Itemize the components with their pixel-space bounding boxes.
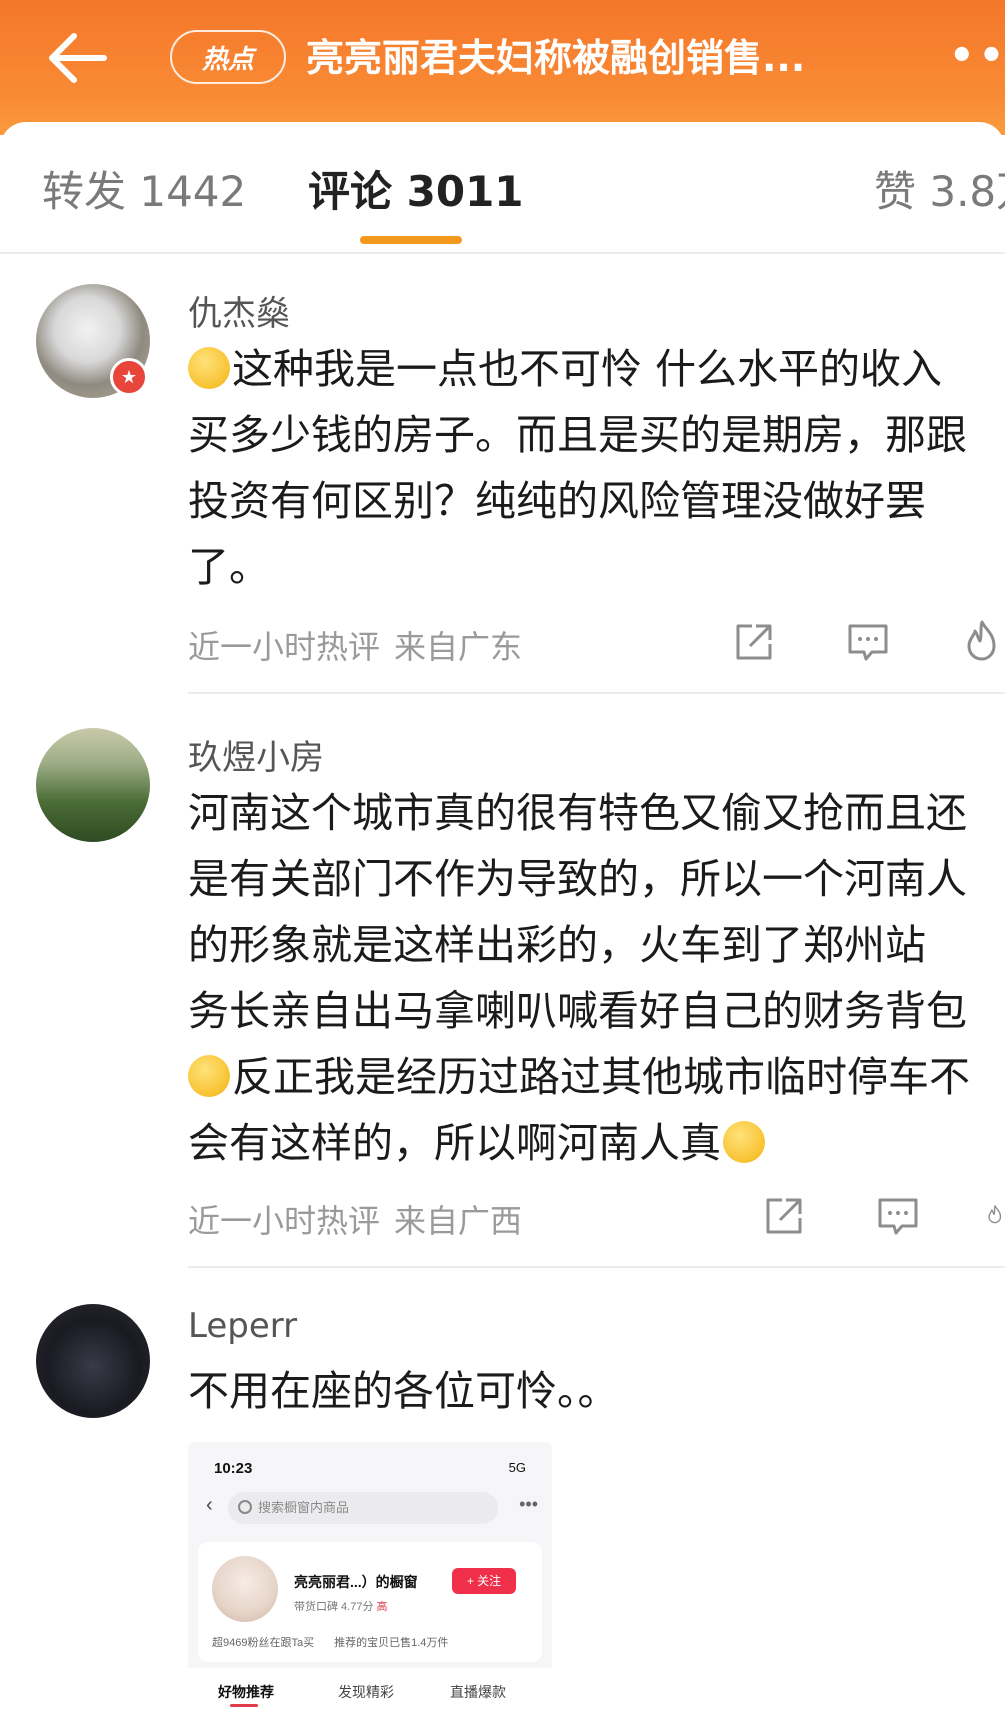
comment-icon[interactable] — [876, 1194, 920, 1238]
embed-shop-avatar — [212, 1556, 278, 1622]
comment-username[interactable]: 仇杰燊 — [188, 286, 290, 335]
tab-comments[interactable]: 评论 3011 — [308, 164, 524, 220]
embed-back-icon: ‹ — [206, 1494, 213, 1516]
embed-status-time: 10:23 — [214, 1460, 253, 1477]
comment-text: 河南这个城市真的很有特色又偷又抢而且还 是有关部门不作为导致的，所以一个河南人 … — [188, 789, 970, 1167]
comment-username[interactable]: 玖煜小房 — [188, 730, 324, 779]
comment-time: 近一小时热评 — [188, 628, 381, 666]
embed-signal: 5G — [508, 1460, 526, 1475]
hot-topic-badge: 热点 — [170, 30, 286, 84]
embed-rating: 带货口碑 4.77分 高 — [294, 1601, 388, 1613]
more-options-icon[interactable]: •• — [949, 34, 999, 78]
like-flame-icon[interactable] — [985, 1192, 1005, 1236]
comment-icon[interactable] — [846, 620, 890, 664]
comment-meta: 近一小时热评 来自广东 — [188, 622, 522, 668]
embed-shop-name: 亮亮丽君...）的橱窗 — [294, 1574, 418, 1590]
attached-screenshot[interactable]: 10:23 5G ‹ 搜索橱窗内商品 ••• 亮亮丽君...）的橱窗 + 关注 … — [188, 1442, 552, 1719]
like-flame-icon[interactable] — [960, 618, 1004, 662]
share-icon[interactable] — [732, 620, 776, 664]
embed-shop-card: 亮亮丽君...）的橱窗 + 关注 带货口碑 4.77分 高 超9469粉丝在跟T… — [198, 1542, 542, 1662]
embed-tab-indicator — [230, 1704, 258, 1707]
share-icon[interactable] — [762, 1194, 806, 1238]
embed-more-icon: ••• — [519, 1494, 538, 1514]
tab-likes[interactable]: 赞 3.8万 — [874, 164, 1005, 220]
thumbs-up-666-emoji-icon — [723, 1121, 765, 1163]
avatar[interactable] — [36, 1304, 150, 1418]
comment-divider — [188, 692, 1005, 694]
top-bar: 热点 亮亮丽君夫妇称被融创销售... •• — [0, 0, 1005, 135]
comment-time: 近一小时热评 — [188, 1202, 381, 1240]
embed-search-icon — [238, 1500, 252, 1514]
comment-location: 来自广东 — [394, 628, 523, 666]
thinking-emoji-icon — [188, 347, 230, 389]
embed-follow-button: + 关注 — [452, 1568, 516, 1594]
embed-tab: 发现精彩 — [338, 1684, 394, 1700]
tab-bar: 转发 1442 评论 3011 赞 3.8万 — [0, 122, 1005, 254]
active-tab-indicator — [360, 236, 462, 244]
comment-text: 不用在座的各位可怜。。 — [188, 1367, 619, 1415]
comment-meta: 近一小时热评 来自广西 — [188, 1196, 522, 1242]
back-arrow-icon[interactable] — [44, 30, 108, 86]
verified-badge-icon: ★ — [110, 358, 148, 396]
laughing-emoji-icon — [188, 1055, 230, 1097]
embed-tab: 直播爆款 — [450, 1684, 506, 1700]
comment-location: 来自广西 — [394, 1202, 523, 1240]
embed-tab: 好物推荐 — [218, 1684, 274, 1700]
avatar[interactable] — [36, 728, 150, 842]
embed-tab-bar: 好物推荐 发现精彩 直播爆款 — [188, 1668, 552, 1719]
embed-search-bar: 搜索橱窗内商品 — [228, 1492, 498, 1524]
comment-text: 这种我是一点也不可怜 什么水平的收入 买多少钱的房子。而且是买的是期房，那跟 投… — [188, 345, 967, 591]
comment-username[interactable]: Leperr — [188, 1306, 297, 1346]
topic-title[interactable]: 亮亮丽君夫妇称被融创销售... — [306, 30, 906, 86]
comment-divider — [188, 1266, 1005, 1268]
tab-reposts[interactable]: 转发 1442 — [42, 164, 246, 220]
embed-stats: 超9469粉丝在跟Ta买 推荐的宝贝已售1.4万件 — [212, 1637, 449, 1649]
